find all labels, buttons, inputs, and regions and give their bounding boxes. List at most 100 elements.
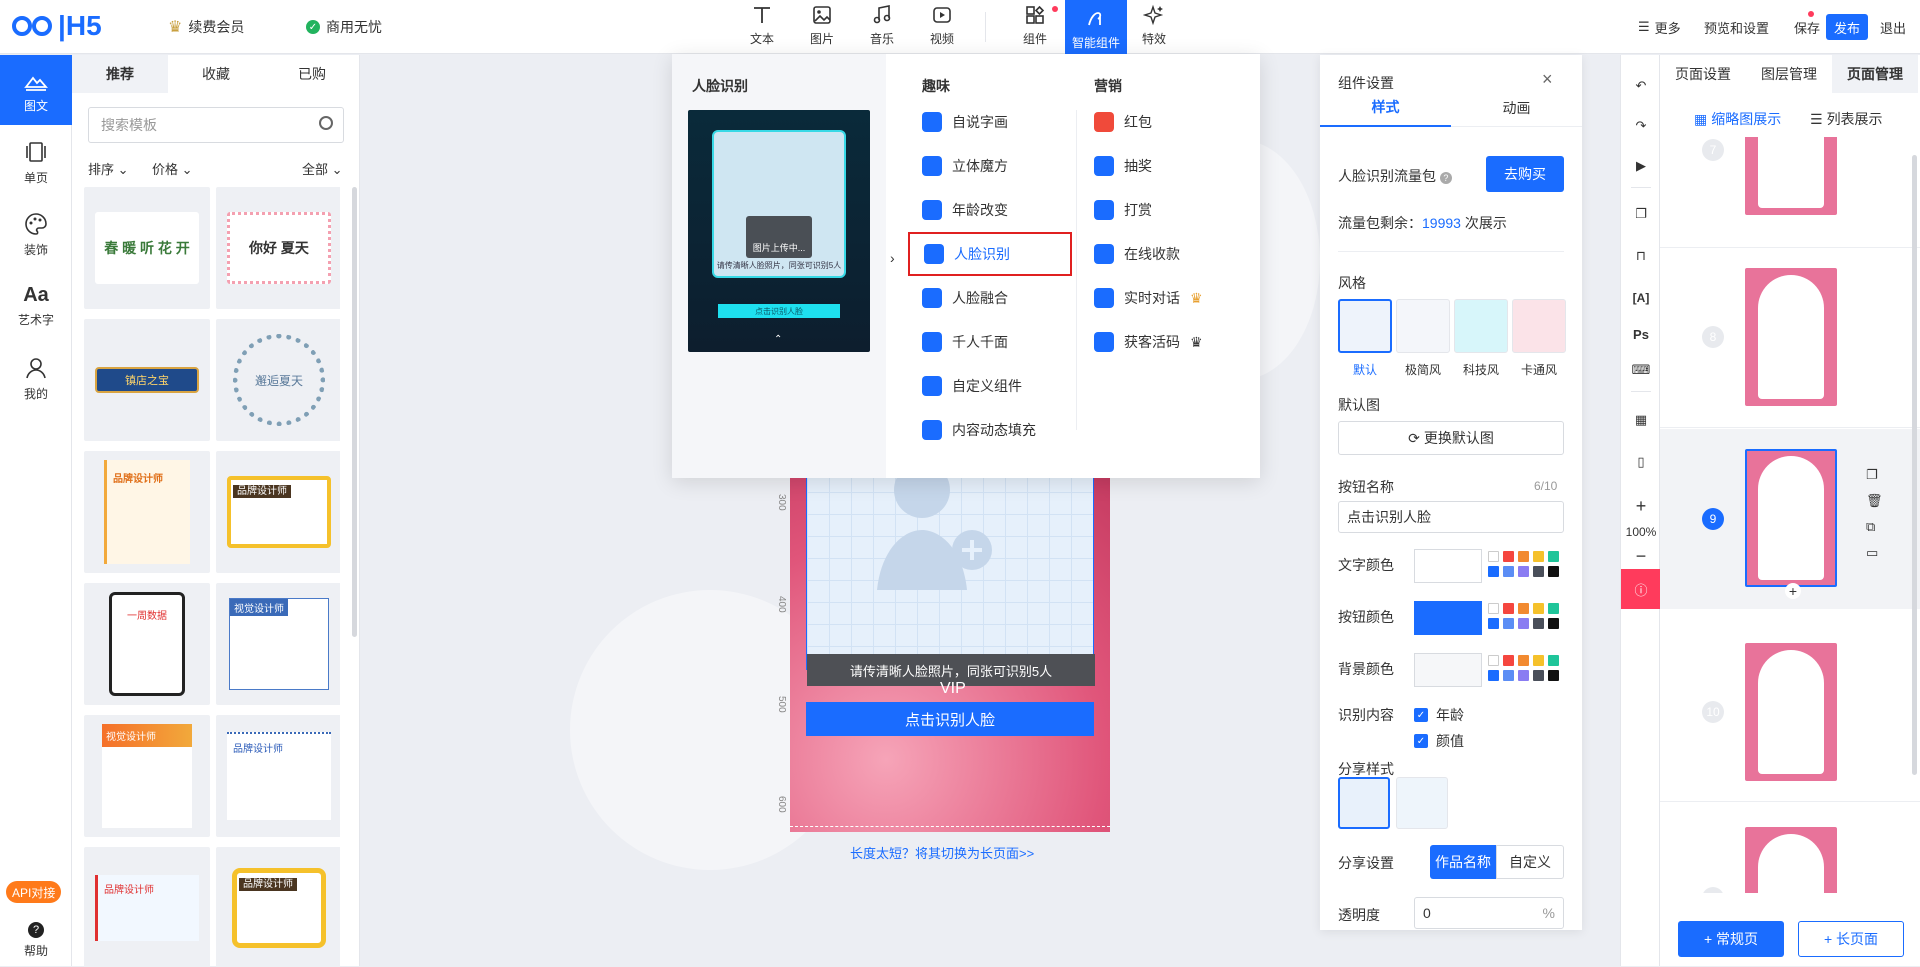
color-swatch[interactable] — [1518, 603, 1529, 614]
dd-item-tip[interactable]: 打赏 — [1094, 188, 1244, 232]
add-page-icon[interactable]: + — [1785, 583, 1801, 599]
dd-item-face-recognition[interactable]: 人脸识别 — [908, 232, 1072, 276]
template-thumb[interactable]: 春 暖 听 花 开 — [84, 187, 210, 309]
template-thumb[interactable]: 品牌设计师 — [84, 847, 210, 967]
template-scrollbar[interactable] — [352, 187, 357, 637]
api-button[interactable]: API对接 — [6, 881, 62, 903]
dd-item-live-chat[interactable]: 实时对话 ♛ — [1094, 276, 1244, 320]
play-icon[interactable]: ▶ — [1621, 151, 1661, 181]
button-color-swatches[interactable] — [1488, 603, 1559, 629]
publish-button[interactable]: 发布 — [1826, 14, 1869, 40]
template-thumb[interactable]: 品牌设计师 — [84, 451, 210, 573]
dd-item-lead-code[interactable]: 获客活码 ♛ — [1094, 320, 1244, 364]
dd-item-dynamic-fill[interactable]: 内容动态填充 — [922, 408, 1072, 452]
color-swatch[interactable] — [1533, 618, 1544, 629]
change-default-image-button[interactable]: ⟳ 更换默认图 — [1338, 421, 1564, 455]
pages-scrollbar[interactable] — [1912, 155, 1917, 775]
color-swatch[interactable] — [1503, 603, 1514, 614]
help-button[interactable]: ? 帮助 — [0, 915, 72, 965]
color-swatch[interactable] — [1533, 551, 1544, 562]
page-thumb-9[interactable] — [1745, 449, 1837, 587]
vip-renew-link[interactable]: ♛ 续费会员 — [168, 17, 244, 37]
tool-image[interactable]: 图片 — [794, 4, 850, 50]
unlock-icon[interactable]: ⊓ — [1621, 241, 1661, 271]
dd-item-cube[interactable]: 立体魔方 — [922, 144, 1072, 188]
dd-item-payment[interactable]: 在线收款 — [1094, 232, 1244, 276]
tab-animation[interactable]: 动画 — [1451, 89, 1582, 127]
list-view-option[interactable]: ☰ 列表展示 — [1810, 109, 1883, 129]
bg-color-swatches[interactable] — [1488, 655, 1559, 681]
tab-page-settings[interactable]: 页面设置 — [1660, 55, 1746, 93]
dd-item-custom-component[interactable]: 自定义组件 — [922, 364, 1072, 408]
color-swatch[interactable] — [1503, 655, 1514, 666]
color-swatch[interactable] — [1548, 655, 1559, 666]
keyboard-icon[interactable]: ⌨ — [1621, 355, 1661, 385]
color-swatch[interactable] — [1518, 655, 1529, 666]
color-swatch[interactable] — [1503, 551, 1514, 562]
template-thumb[interactable]: 镇店之宝 — [84, 319, 210, 441]
style-default-option[interactable] — [1338, 299, 1392, 353]
color-swatch[interactable] — [1488, 603, 1499, 614]
color-swatch[interactable] — [1488, 566, 1499, 577]
nav-graphic[interactable]: 图文 — [0, 55, 72, 125]
dd-item-red-packet[interactable]: 红包 — [1094, 100, 1244, 144]
template-thumb[interactable]: 品牌设计师 — [216, 451, 340, 573]
all-filter[interactable]: 全部 ⌄ — [302, 159, 343, 178]
template-thumb[interactable]: 一周数据 — [84, 583, 210, 705]
close-icon[interactable]: × — [1542, 69, 1553, 90]
opacity-input[interactable]: 0% — [1414, 897, 1564, 929]
nav-art-text[interactable]: Aa 艺术字 — [0, 271, 72, 341]
page-thumb-8[interactable] — [1745, 268, 1837, 406]
recognize-age-checkbox[interactable]: ✓ 年龄 — [1414, 705, 1464, 725]
tab-page-manager[interactable]: 页面管理 — [1832, 55, 1918, 93]
color-swatch[interactable] — [1518, 551, 1529, 562]
style-cartoon-option[interactable] — [1512, 299, 1566, 353]
tab-recommend[interactable]: 推荐 — [72, 55, 168, 93]
color-swatch[interactable] — [1533, 603, 1544, 614]
color-swatch[interactable] — [1518, 670, 1529, 681]
tool-text[interactable]: 文本 — [734, 4, 790, 50]
color-swatch[interactable] — [1488, 670, 1499, 681]
color-swatch[interactable] — [1503, 670, 1514, 681]
save-button[interactable]: 保存 — [1786, 14, 1828, 40]
grid-icon[interactable]: ▦ — [1621, 405, 1661, 435]
share-style-option-1[interactable] — [1338, 777, 1390, 829]
add-long-page-button[interactable]: + 长页面 — [1798, 921, 1904, 957]
copy-icon[interactable]: ❐ — [1621, 199, 1661, 229]
tab-favorites[interactable]: 收藏 — [168, 55, 264, 93]
template-thumb[interactable]: 视觉设计师 — [84, 715, 210, 837]
color-swatch[interactable] — [1533, 655, 1544, 666]
color-swatch[interactable] — [1548, 566, 1559, 577]
dd-item-personalized[interactable]: 千人千面 — [922, 320, 1072, 364]
template-thumb[interactable]: 视觉设计师 — [216, 583, 340, 705]
nav-single-page[interactable]: 单页 — [0, 127, 72, 197]
tool-video[interactable]: 视频 — [914, 4, 970, 50]
alert-icon[interactable]: ⓘ — [1621, 569, 1661, 609]
template-thumb[interactable]: 你好 夏天 — [216, 187, 340, 309]
color-swatch[interactable] — [1548, 551, 1559, 562]
commercial-badge[interactable]: ✓ 商用无忧 — [306, 17, 382, 37]
nav-mine[interactable]: 我的 — [0, 343, 72, 413]
sort-filter[interactable]: 排序 ⌄ — [88, 159, 129, 178]
bg-color-picker[interactable] — [1414, 653, 1482, 687]
tab-purchased[interactable]: 已购 — [264, 55, 360, 93]
add-normal-page-button[interactable]: + 常规页 — [1678, 921, 1784, 957]
nav-decoration[interactable]: 装饰 — [0, 199, 72, 269]
redo-icon[interactable]: ↷ — [1621, 111, 1661, 141]
color-swatch[interactable] — [1518, 618, 1529, 629]
recognize-beauty-checkbox[interactable]: ✓ 颜值 — [1414, 731, 1464, 751]
color-swatch[interactable] — [1548, 618, 1559, 629]
preview-settings-button[interactable]: 预览和设置 — [1696, 14, 1777, 40]
dd-item-self-talk[interactable]: 自说字画 — [922, 100, 1072, 144]
color-swatch[interactable] — [1503, 618, 1514, 629]
thumbnail-view-option[interactable]: ▦ 缩略图展示 — [1694, 109, 1781, 129]
style-minimal-option[interactable] — [1396, 299, 1450, 353]
folder-icon[interactable]: ▭ — [1866, 545, 1878, 561]
template-thumb[interactable]: 品牌设计师 — [216, 715, 340, 837]
share-work-name-option[interactable]: 作品名称 — [1430, 845, 1496, 879]
color-swatch[interactable] — [1533, 566, 1544, 577]
tool-effects[interactable]: 特效 — [1126, 4, 1182, 50]
color-swatch[interactable] — [1488, 551, 1499, 562]
face-recognition-component[interactable]: 请传清晰人脸照片，同张可识别5人 — [806, 470, 1095, 686]
color-swatch[interactable] — [1548, 670, 1559, 681]
